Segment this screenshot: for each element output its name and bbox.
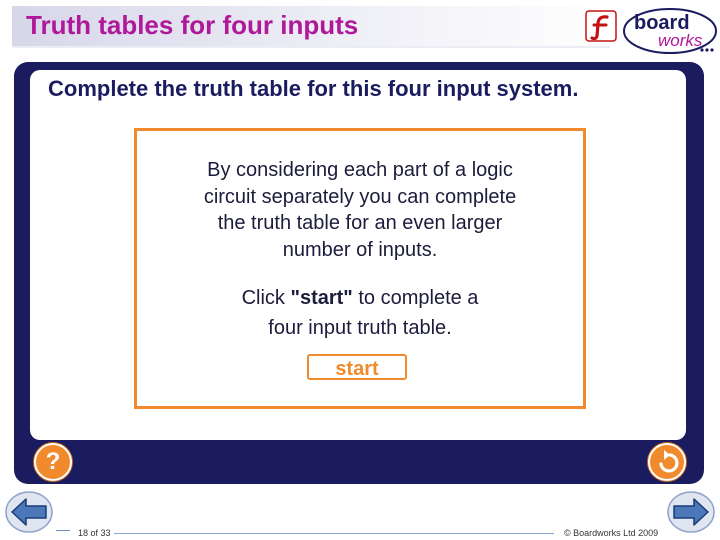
previous-slide-button[interactable]: [4, 490, 54, 534]
start-button[interactable]: start: [307, 354, 407, 380]
start-instruction-line: Click "start" to complete a: [241, 287, 479, 309]
boardworks-logo: board works: [623, 8, 717, 54]
slide-title: Truth tables for four inputs: [26, 10, 359, 40]
flash-logo-icon: [585, 10, 617, 42]
copyright-text: © Boardworks Ltd 2009: [564, 528, 659, 538]
instruction-line: By considering each part of a logic: [207, 159, 513, 181]
help-button[interactable]: ?: [34, 443, 72, 481]
instruction-paragraph: By considering each part of a logic circ…: [137, 157, 583, 263]
footer-divider: [114, 533, 554, 534]
instruction-line: circuit separately you can complete: [203, 185, 517, 208]
footer-rule: [56, 530, 70, 531]
slide-header: Truth tables for four inputs board works: [0, 0, 720, 60]
start-instruction: Click "start" to complete a four input t…: [137, 283, 583, 343]
instruction-line: the truth table for an even larger: [217, 212, 503, 234]
start-keyword: "start": [290, 287, 353, 309]
return-arrow-icon: [659, 450, 679, 473]
logo-works-text: works: [658, 31, 703, 50]
instruction-line: number of inputs.: [282, 238, 438, 261]
next-slide-button[interactable]: [666, 490, 716, 534]
instruction-box: By considering each part of a logic circ…: [134, 128, 586, 409]
panel-heading: Complete the truth table for this four i…: [48, 76, 579, 101]
page-counter: 18 of 33: [78, 528, 111, 538]
title-underline: [12, 46, 610, 48]
question-mark-icon: ?: [45, 448, 61, 475]
return-button[interactable]: [648, 443, 686, 481]
start-instruction-line: four input truth table.: [268, 317, 452, 339]
